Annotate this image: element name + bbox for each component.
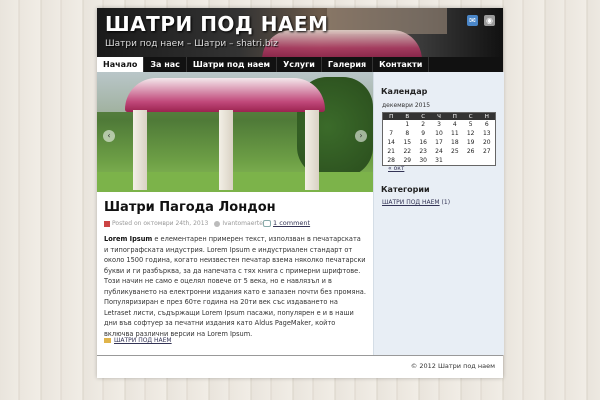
category-count: (1) [439, 199, 451, 206]
site-title[interactable]: ШАТРИ ПОД НАЕМ [105, 12, 328, 36]
weekday: Ч [431, 112, 447, 120]
calendar-day: 24 [435, 148, 443, 155]
nav-item-home[interactable]: Начало [97, 57, 145, 72]
slider-tent-drape [133, 110, 147, 190]
post-body: Lorem Ipsum е елементарен примерен текст… [104, 234, 366, 339]
calendar-day: 30 [419, 157, 427, 164]
nav-item-gallery[interactable]: Галерия [322, 57, 374, 72]
slider-tent-canopy [125, 78, 325, 112]
category-link[interactable]: ШАТРИ ПОД НАЕМ [382, 199, 440, 206]
mail-icon[interactable]: ✉ [467, 15, 478, 26]
folder-icon [104, 338, 111, 343]
weekday: П [382, 112, 400, 120]
post-author-text[interactable]: Ivantomaerte [222, 220, 263, 227]
slider-prev-arrow[interactable]: ‹ [103, 130, 115, 142]
header-icons: ✉ ◉ [467, 15, 495, 26]
calendar-day: 1 [405, 121, 410, 128]
site-footer: © 2012 Шатри под наем [97, 358, 503, 378]
calendar-day [383, 120, 400, 129]
post-meta: Posted on октомври 24th, 2013 Ivantomaer… [104, 220, 263, 227]
calendar-heading: Календар [381, 87, 428, 96]
calendar-day [463, 156, 479, 166]
comment-icon [263, 219, 271, 227]
copyright: © 2012 Шатри под наем [410, 362, 495, 370]
weekday: С [462, 112, 479, 120]
calendar-day: 10 [435, 130, 443, 137]
image-slider[interactable]: ‹ › [97, 72, 373, 192]
calendar-day: 27 [482, 148, 491, 155]
calendar-day: 23 [419, 148, 427, 155]
calendar-day [479, 156, 496, 166]
calendar-body: 1 2 3 4 5 6 7 8 9 10 11 12 13 14 15 16 17 18 19 20 21 22 23 24 2… [383, 120, 496, 166]
calendar-day: 3 [437, 121, 441, 128]
slider-next-arrow[interactable]: › [355, 130, 367, 142]
calendar-table: П В С Ч П С Н 1 2 3 4 5 6 7 8 9 10 11 12 13 14 15 16 17 1… [382, 112, 496, 166]
post-body-text: е елементарен примерен текст, използван … [104, 235, 366, 338]
weekday: П [446, 112, 463, 120]
calendar-day: 4 [452, 121, 457, 128]
calendar-day: 13 [482, 130, 491, 137]
calendar-day: 14 [387, 139, 395, 146]
site-description: Шатри под наем – Шатри – shatri.biz [105, 39, 278, 49]
footer-divider [97, 355, 503, 356]
user-icon [214, 220, 221, 227]
calendar-week-row: 21 22 23 24 25 26 27 [383, 147, 496, 156]
nav-item-tents[interactable]: Шатри под наем [187, 57, 278, 72]
nav-item-contacts[interactable]: Контакти [373, 57, 430, 72]
post-author[interactable]: Ivantomaerte [214, 220, 263, 227]
calendar-week-row: 14 15 16 17 18 19 20 [383, 138, 496, 147]
calendar-day: 8 [405, 130, 410, 137]
calendar-icon [104, 220, 110, 227]
post-date-text: Posted on октомври 24th, 2013 [112, 220, 209, 227]
calendar-weekdays-row: П В С Ч П С Н [382, 112, 496, 120]
site-header: ШАТРИ ПОД НАЕМ Шатри под наем – Шатри – … [97, 8, 503, 57]
slider-tent-drape [219, 110, 233, 190]
categories-heading: Категории [381, 185, 430, 194]
post-category-link[interactable]: ШАТРИ ПОД НАЕМ [114, 337, 172, 344]
calendar-day: 7 [389, 130, 394, 137]
main-nav: Начало За нас Шатри под наем Услуги Гале… [97, 57, 503, 72]
calendar-caption: декември 2015 [382, 102, 431, 109]
comments-link[interactable]: 1 comment [263, 219, 310, 227]
comments-text[interactable]: 1 comment [273, 219, 310, 227]
calendar-day: 11 [451, 130, 459, 137]
calendar-day: 5 [468, 121, 473, 128]
calendar-day: 26 [466, 148, 475, 155]
main-content: Шатри Пагода Лондон Posted on октомври 2… [97, 192, 373, 355]
calendar-day: 19 [466, 139, 475, 146]
rss-icon[interactable]: ◉ [484, 15, 495, 26]
calendar-day [447, 156, 463, 166]
calendar-week-row: 7 8 9 10 11 12 13 [383, 129, 496, 138]
calendar-day: 12 [466, 130, 475, 137]
sidebar: Календар декември 2015 П В С Ч П С Н 123… [373, 72, 504, 355]
page-wrapper: ШАТРИ ПОД НАЕМ Шатри под наем – Шатри – … [97, 8, 504, 378]
calendar-day: 15 [403, 139, 412, 146]
calendar-day: 9 [421, 130, 426, 137]
calendar-day: 20 [482, 139, 491, 146]
post-category: ШАТРИ ПОД НАЕМ [104, 337, 172, 344]
category-list-item: ШАТРИ ПОД НАЕМ (1) [382, 199, 450, 206]
calendar-day: 31 [435, 157, 443, 164]
nav-item-about[interactable]: За нас [144, 57, 187, 72]
calendar-day: 2 [421, 121, 426, 128]
slider-tent-drape [305, 110, 319, 190]
weekday: С [415, 112, 432, 120]
post-date: Posted on октомври 24th, 2013 [104, 220, 208, 227]
post-body-lead: Lorem Ipsum [104, 235, 153, 243]
calendar-day: 22 [403, 148, 412, 155]
calendar-prev-link[interactable]: « окт [388, 165, 404, 172]
calendar-day: 25 [451, 148, 459, 155]
calendar-day: 17 [435, 139, 443, 146]
post-title[interactable]: Шатри Пагода Лондон [104, 200, 276, 215]
calendar-day: 16 [419, 139, 427, 146]
weekday: Н [478, 112, 496, 120]
calendar-day: 6 [484, 121, 489, 128]
calendar-day: 18 [451, 139, 459, 146]
nav-item-services[interactable]: Услуги [277, 57, 322, 72]
calendar-week-row: 1 2 3 4 5 6 [383, 120, 496, 129]
weekday: В [399, 112, 416, 120]
calendar-day: 21 [387, 148, 395, 155]
